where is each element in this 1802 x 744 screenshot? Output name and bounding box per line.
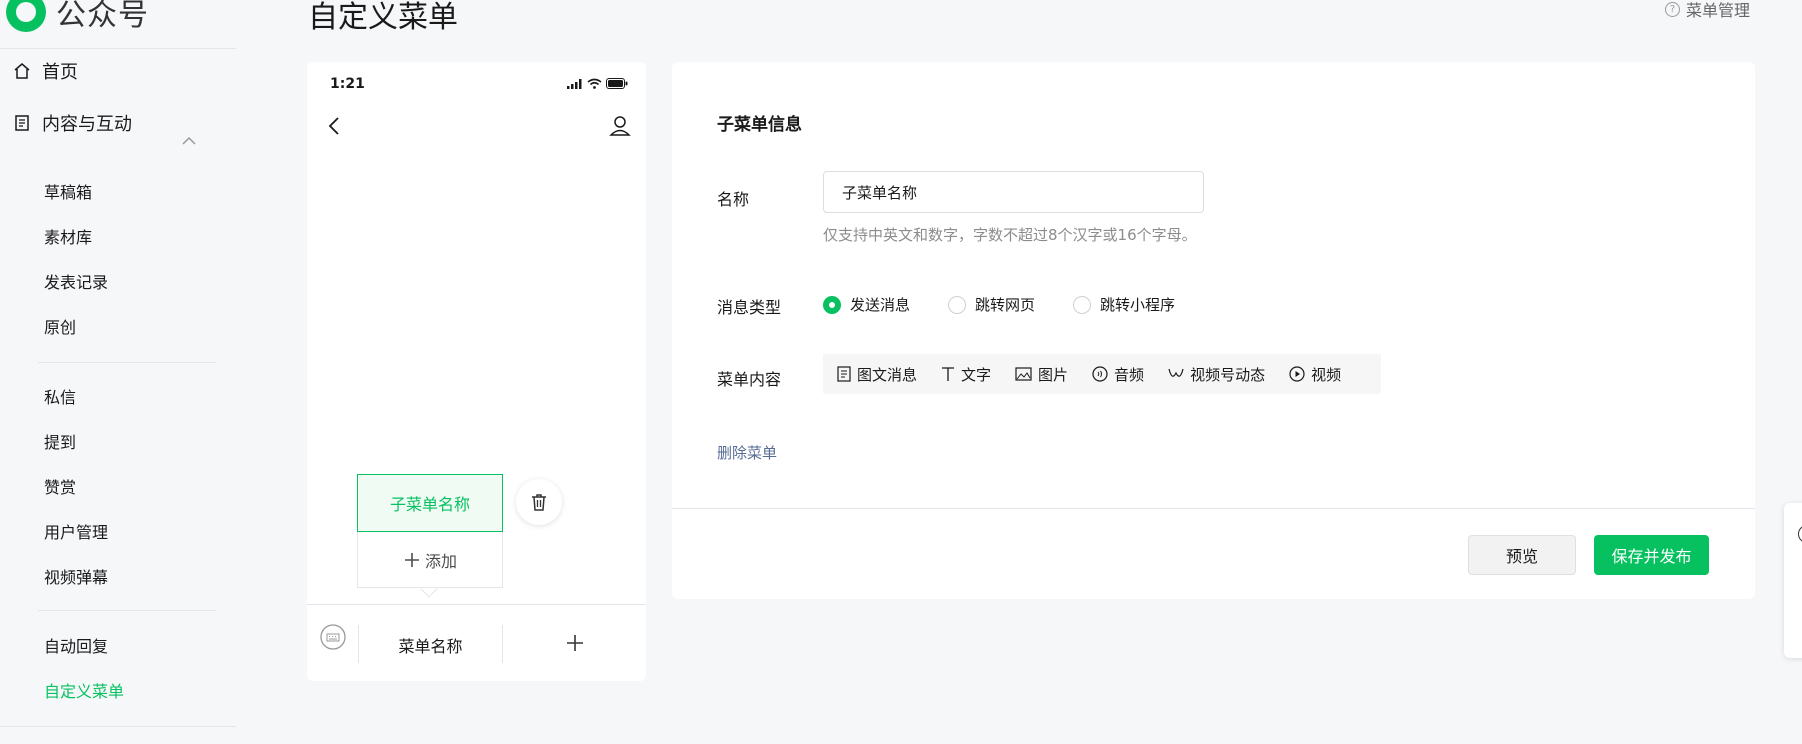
radio-send-message[interactable]: 发送消息 — [823, 294, 910, 315]
preview-button[interactable]: 预览 — [1468, 535, 1576, 575]
status-icons — [567, 78, 628, 89]
name-label: 名称 — [717, 190, 750, 209]
logo-divider — [0, 48, 236, 49]
radio-jump-miniprogram[interactable]: 跳转小程序 — [1073, 294, 1175, 315]
text-icon — [942, 367, 955, 381]
floating-help-widget[interactable] — [1784, 503, 1802, 658]
play-icon — [1289, 366, 1305, 382]
content-type-audio[interactable]: 音频 — [1092, 364, 1144, 385]
home-icon — [12, 61, 32, 81]
sidebar-item-rewards[interactable]: 赞赏 — [44, 474, 76, 498]
content-type-label: 视频号动态 — [1190, 365, 1266, 384]
sidebar-item-drafts[interactable]: 草稿箱 — [44, 179, 92, 203]
phone-menu-bar: 菜单名称 — [307, 604, 646, 681]
radio-label: 发送消息 — [850, 296, 911, 314]
content-type-image[interactable]: 图片 — [1015, 364, 1068, 385]
sidebar-item-mentions[interactable]: 提到 — [44, 429, 76, 453]
radio-button — [948, 295, 967, 314]
phone-preview: 1:21 子菜单名称 添加 菜单名称 — [307, 62, 646, 681]
submenu-form-panel: 子菜单信息 名称 仅支持中英文和数字，字数不超过8个汉字或16个字母。 消息类型… — [672, 62, 1755, 599]
radio-jump-webpage[interactable]: 跳转网页 — [948, 294, 1035, 315]
sidebar-divider — [38, 362, 216, 363]
article-icon — [837, 366, 851, 382]
delete-submenu-button[interactable] — [516, 479, 562, 525]
document-icon — [12, 113, 32, 133]
radio-button-checked — [823, 295, 841, 314]
name-hint: 仅支持中英文和数字，字数不超过8个汉字或16个字母。 — [823, 226, 1197, 244]
content-type-label: 视频 — [1311, 365, 1342, 384]
radio-button — [1073, 295, 1092, 314]
audio-icon — [1092, 366, 1108, 382]
page-title: 自定义菜单 — [308, 0, 458, 35]
plus-icon — [404, 552, 419, 567]
panel-divider — [672, 508, 1755, 509]
content-type-channels[interactable]: 视频号动态 — [1168, 364, 1265, 385]
sidebar-item-materials[interactable]: 素材库 — [44, 224, 92, 248]
brand-name: 公众号 — [56, 0, 149, 33]
content-type-label: 音频 — [1114, 365, 1145, 384]
nav-content-group-label: 内容与互动 — [42, 114, 132, 135]
sidebar-item-danmaku[interactable]: 视频弹幕 — [44, 564, 108, 588]
trash-icon — [532, 494, 546, 511]
wifi-icon — [587, 78, 602, 89]
main-menu-item[interactable]: 菜单名称 — [359, 633, 502, 657]
user-icon[interactable] — [608, 114, 632, 138]
content-label: 菜单内容 — [717, 370, 782, 389]
content-type-bar: 图文消息 文字 图片 音频 视频号动态 视频 — [823, 354, 1381, 394]
radio-label: 跳转小程序 — [1100, 296, 1176, 314]
msg-type-label: 消息类型 — [717, 298, 782, 317]
chevron-up-icon[interactable] — [180, 132, 198, 150]
plus-icon — [566, 635, 583, 651]
content-type-text[interactable]: 文字 — [941, 364, 991, 385]
msg-type-radio-group: 发送消息 跳转网页 跳转小程序 — [823, 294, 1175, 315]
battery-icon — [606, 78, 628, 89]
sidebar-item-auto-reply[interactable]: 自动回复 — [44, 633, 108, 657]
status-time: 1:21 — [330, 76, 365, 92]
content-type-video[interactable]: 视频 — [1289, 364, 1341, 385]
sidebar-bottom-divider — [0, 726, 236, 727]
content-type-label: 图片 — [1038, 365, 1069, 384]
keyboard-icon[interactable] — [319, 623, 347, 651]
content-type-label: 文字 — [961, 365, 992, 384]
wechat-logo-icon — [6, 0, 46, 32]
nav-content-group[interactable]: 内容与互动 — [12, 110, 132, 136]
delete-menu-link[interactable]: 删除菜单 — [717, 442, 777, 463]
add-main-menu-button[interactable] — [503, 627, 646, 659]
content-type-label: 图文消息 — [857, 365, 918, 384]
signal-icon — [567, 79, 582, 89]
sidebar-divider — [38, 610, 216, 611]
add-submenu-button[interactable]: 添加 — [357, 532, 503, 588]
sidebar: 公众号 首页 内容与互动 草稿箱 素材库 发表记录 原创 私信 提到 赞赏 用户… — [0, 0, 236, 744]
sidebar-item-publish-records[interactable]: 发表记录 — [44, 269, 108, 293]
submenu-item[interactable]: 子菜单名称 — [357, 474, 503, 532]
save-publish-button[interactable]: 保存并发布 — [1594, 535, 1709, 575]
sidebar-item-users[interactable]: 用户管理 — [44, 519, 108, 543]
add-submenu-label: 添加 — [424, 551, 457, 571]
nav-home-label: 首页 — [42, 62, 78, 83]
radio-label: 跳转网页 — [975, 296, 1036, 314]
image-icon — [1015, 367, 1032, 381]
back-arrow-icon[interactable] — [323, 114, 347, 138]
sidebar-item-custom-menu[interactable]: 自定义菜单 — [44, 678, 124, 702]
menu-management-link[interactable]: ? 菜单管理 — [1664, 0, 1750, 21]
question-icon: ? — [1664, 1, 1680, 17]
content-type-article[interactable]: 图文消息 — [837, 364, 917, 385]
form-title: 子菜单信息 — [717, 115, 802, 135]
sidebar-item-original[interactable]: 原创 — [44, 314, 76, 338]
brand-logo[interactable]: 公众号 — [6, 0, 149, 34]
channels-icon — [1168, 368, 1184, 377]
name-input[interactable] — [823, 171, 1204, 213]
nav-home[interactable]: 首页 — [12, 58, 78, 84]
help-icon — [1798, 525, 1802, 543]
sidebar-item-messages[interactable]: 私信 — [44, 384, 76, 408]
menu-management-label: 菜单管理 — [1685, 1, 1750, 20]
